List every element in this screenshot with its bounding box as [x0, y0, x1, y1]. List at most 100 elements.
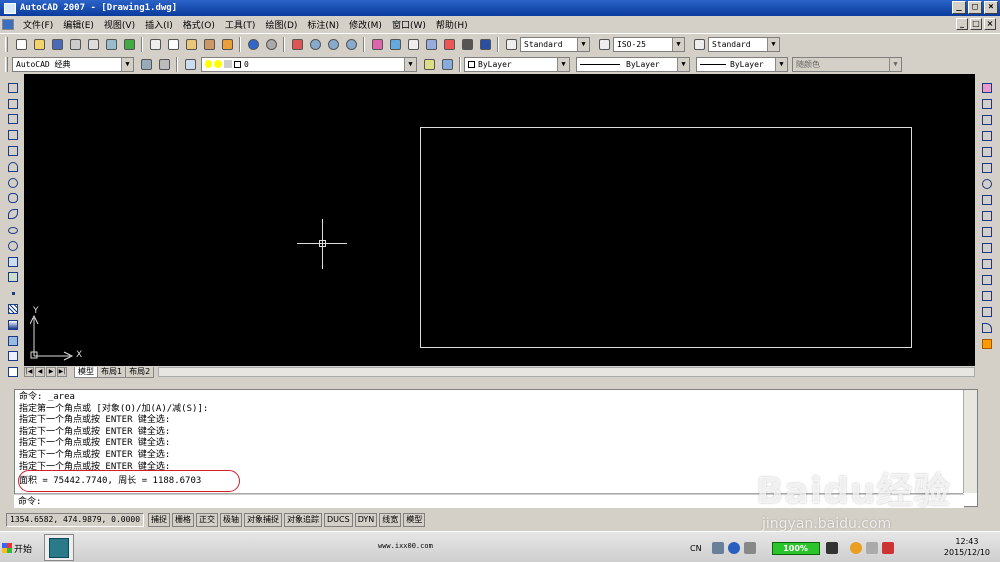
lineweight-select[interactable]: ByLayer ▼ [696, 56, 788, 72]
menu-help[interactable]: 帮助(H) [431, 18, 473, 31]
insert-block-icon[interactable] [6, 255, 20, 269]
3d-dwf-icon[interactable] [121, 36, 137, 52]
workspace-select[interactable]: AutoCAD 经典 ▼ [12, 56, 134, 72]
layer-previous-icon[interactable] [439, 56, 455, 72]
plot-icon[interactable] [67, 36, 83, 52]
zoom-previous-icon[interactable] [343, 36, 359, 52]
chevron-down-icon[interactable]: ▼ [767, 37, 779, 51]
otrack-toggle[interactable]: 对象追踪 [284, 512, 322, 527]
chevron-down-icon[interactable]: ▼ [775, 57, 787, 71]
gradient-icon[interactable] [6, 318, 20, 332]
make-block-icon[interactable] [6, 271, 20, 285]
revision-cloud-icon[interactable] [6, 192, 20, 206]
ellipse-icon[interactable] [6, 223, 20, 237]
last-layout-button[interactable]: ▶| [57, 367, 67, 377]
publish-icon[interactable] [103, 36, 119, 52]
close-button[interactable]: × [984, 1, 998, 14]
dyn-toggle[interactable]: DYN [354, 512, 378, 527]
tab-layout2[interactable]: 布局2 [125, 366, 155, 378]
clipboard-icon[interactable] [865, 542, 878, 554]
chevron-down-icon[interactable]: ▼ [404, 57, 416, 71]
keyboard-icon[interactable] [711, 542, 724, 554]
text-style-select[interactable]: Standard ▼ [520, 36, 590, 52]
toolbar-grip[interactable] [5, 36, 8, 52]
scale-icon[interactable] [980, 193, 994, 207]
tab-layout1[interactable]: 布局1 [97, 366, 127, 378]
break-at-point-icon[interactable] [980, 257, 994, 271]
mirror-icon[interactable] [980, 113, 994, 127]
model-toggle[interactable]: 模型 [403, 512, 426, 527]
settings-icon[interactable] [743, 542, 756, 554]
match-properties-icon[interactable] [201, 36, 217, 52]
fillet-icon[interactable] [980, 321, 994, 335]
rectangle-icon[interactable] [6, 144, 20, 158]
properties-icon[interactable] [369, 36, 385, 52]
osnap-toggle[interactable]: 对象捕捉 [244, 512, 282, 527]
drawing-canvas[interactable]: X Y [24, 74, 975, 366]
move-icon[interactable] [980, 161, 994, 175]
calculator-icon[interactable] [459, 36, 475, 52]
zoom-window-icon[interactable] [325, 36, 341, 52]
layer-manager-icon[interactable] [182, 56, 198, 72]
maximize-button[interactable]: □ [968, 1, 982, 14]
linetype-select[interactable]: ByLayer ▼ [576, 56, 690, 72]
plot-preview-icon[interactable] [85, 36, 101, 52]
undo-icon[interactable] [245, 36, 261, 52]
chevron-down-icon[interactable]: ▼ [121, 57, 133, 71]
point-icon[interactable] [6, 286, 20, 300]
first-layout-button[interactable]: |◀ [24, 367, 34, 377]
command-input[interactable]: 命令: [14, 494, 964, 508]
hatch-icon[interactable] [6, 302, 20, 316]
offset-icon[interactable] [980, 129, 994, 143]
start-button[interactable]: 开始 [2, 537, 38, 559]
menu-modify[interactable]: 修改(M) [344, 18, 387, 31]
save-icon[interactable] [49, 36, 65, 52]
chevron-down-icon[interactable]: ▼ [677, 57, 689, 71]
menu-window[interactable]: 窗口(W) [387, 18, 431, 31]
clock[interactable]: 12:43 2015/12/10 [944, 536, 990, 558]
copy-object-icon[interactable] [980, 97, 994, 111]
prev-layout-button[interactable]: ◀ [35, 367, 45, 377]
power-plug-icon[interactable] [825, 542, 838, 554]
chevron-down-icon[interactable]: ▼ [577, 37, 589, 51]
line-icon[interactable] [6, 81, 20, 95]
array-icon[interactable] [980, 145, 994, 159]
make-object-layer-current-icon[interactable] [421, 56, 437, 72]
construction-line-icon[interactable] [6, 97, 20, 111]
circle-icon[interactable] [6, 176, 20, 190]
polyline-icon[interactable] [6, 113, 20, 127]
horizontal-scrollbar[interactable] [158, 367, 975, 377]
break-icon[interactable] [980, 273, 994, 287]
toolbar-grip[interactable] [5, 56, 8, 72]
copy-icon[interactable] [165, 36, 181, 52]
next-layout-button[interactable]: ▶ [46, 367, 56, 377]
drawn-rectangle[interactable] [420, 127, 912, 348]
help-tray-icon[interactable] [727, 542, 740, 554]
ellipse-arc-icon[interactable] [6, 239, 20, 253]
input-language[interactable]: CN [690, 544, 702, 553]
chevron-down-icon[interactable]: ▼ [557, 57, 569, 71]
join-icon[interactable] [980, 289, 994, 303]
stretch-icon[interactable] [980, 209, 994, 223]
multiline-text-icon[interactable] [6, 365, 20, 379]
menu-draw[interactable]: 绘图(D) [260, 18, 302, 31]
table-icon[interactable] [6, 350, 20, 364]
tray-app-icon[interactable] [849, 542, 862, 554]
arc-icon[interactable] [6, 160, 20, 174]
menu-format[interactable]: 格式(O) [178, 18, 220, 31]
menu-dimension[interactable]: 标注(N) [302, 18, 344, 31]
taskbar-autocad-button[interactable] [44, 534, 74, 561]
cut-icon[interactable] [147, 36, 163, 52]
pan-icon[interactable] [289, 36, 305, 52]
new-icon[interactable] [13, 36, 29, 52]
explode-icon[interactable] [980, 337, 994, 351]
color-select[interactable]: ByLayer ▼ [464, 56, 570, 72]
network-icon[interactable] [881, 542, 894, 554]
menu-edit[interactable]: 编辑(E) [58, 18, 99, 31]
chevron-down-icon[interactable]: ▼ [672, 37, 684, 51]
minimize-button[interactable]: _ [952, 1, 966, 14]
document-icon[interactable] [2, 19, 14, 30]
spline-icon[interactable] [6, 207, 20, 221]
region-icon[interactable] [6, 334, 20, 348]
tab-model[interactable]: 模型 [74, 366, 98, 378]
